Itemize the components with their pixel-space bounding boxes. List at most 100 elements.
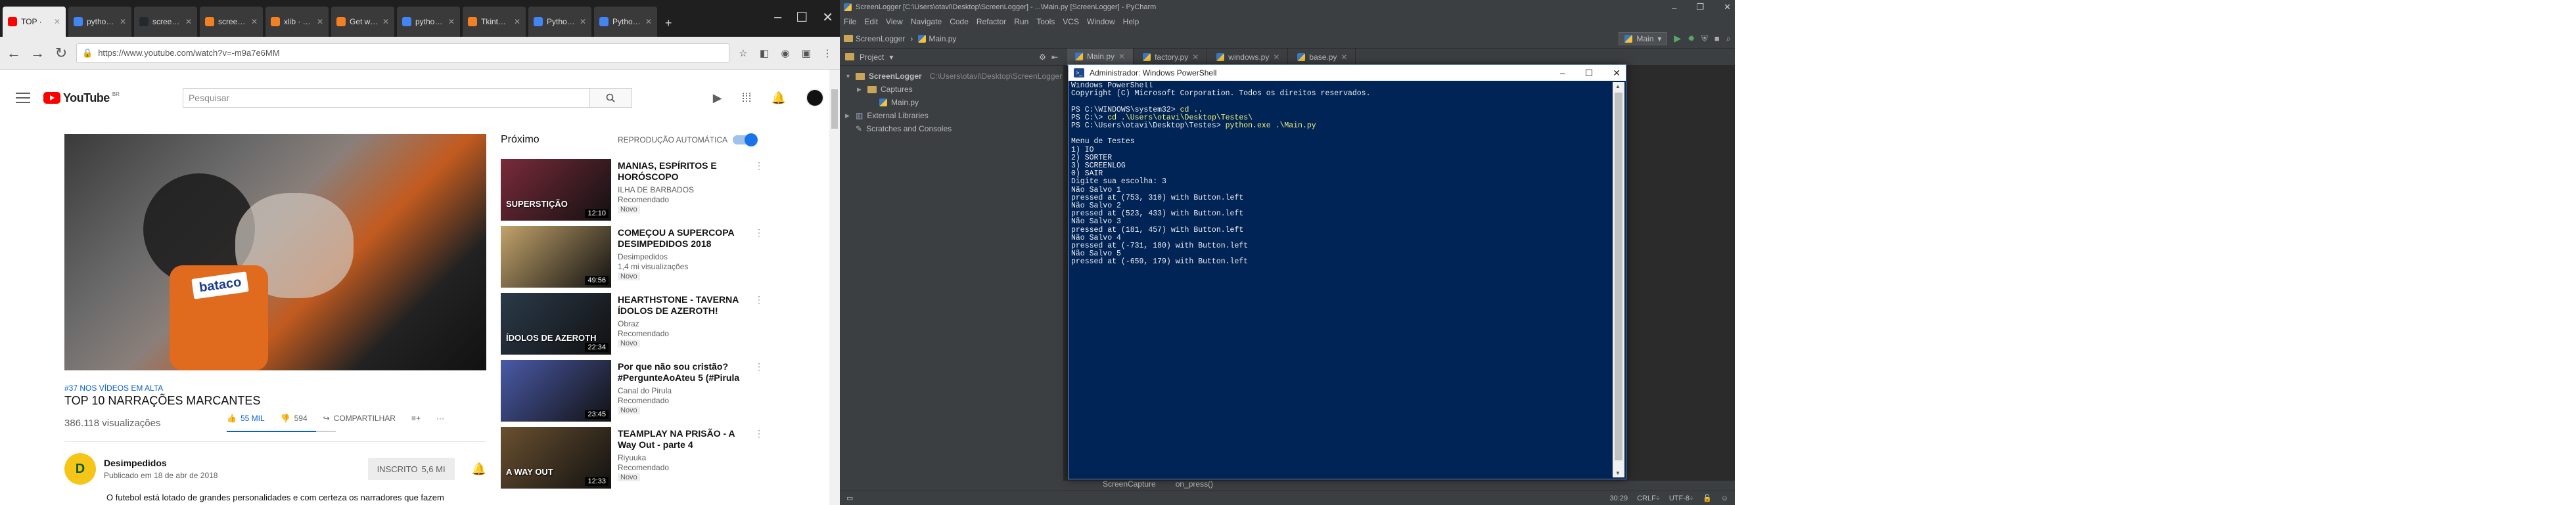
browser-tab[interactable]: Get windo✕ — [331, 7, 394, 37]
run-icon[interactable]: ▶ — [1674, 33, 1681, 44]
tab-close-icon[interactable]: ✕ — [514, 17, 520, 26]
account-avatar[interactable] — [806, 89, 824, 107]
tab-close-icon[interactable]: ✕ — [645, 17, 652, 26]
project-settings-icon[interactable]: ⚙ — [1039, 53, 1046, 62]
stop-icon[interactable]: ■ — [1714, 33, 1720, 43]
close-icon[interactable]: ✕ — [1724, 2, 1731, 12]
up-next-item[interactable]: ÍDOLOS DE AZEROTH 22:34 HEARTHSTONE - TAVE… — [501, 293, 764, 356]
more-options-icon[interactable]: ⋮ — [754, 293, 764, 305]
channel-avatar[interactable]: D — [64, 453, 96, 485]
extension-icon[interactable]: ◧ — [757, 46, 771, 60]
add-to-playlist-button[interactable]: ≡+ — [411, 414, 421, 423]
up-next-item[interactable]: SUPERSTIÇÃO 12:10 MANIAS, ESPÍRITOS E HORÓ… — [501, 159, 764, 222]
menu-item-refactor[interactable]: Refactor — [977, 17, 1006, 26]
tree-node[interactable]: ▶ Captures — [840, 83, 1063, 96]
channel-bell-icon[interactable]: 🔔 — [472, 462, 486, 476]
hamburger-menu-icon[interactable] — [16, 93, 30, 103]
maximize-icon[interactable]: ☐ — [1585, 68, 1594, 79]
maximize-icon[interactable]: ☐ — [796, 9, 808, 26]
video-thumbnail[interactable]: SUPERSTIÇÃO 12:10 — [501, 159, 611, 221]
minimize-icon[interactable]: – — [1672, 3, 1676, 12]
extension-icon[interactable]: ◉ — [778, 46, 793, 60]
hide-panel-icon[interactable]: ⇤ — [1051, 53, 1058, 62]
console-output[interactable]: Windows PowerShell Copyright (C) Microsof… — [1071, 82, 1611, 476]
share-button[interactable]: ↪ COMPARTILHAR — [323, 414, 396, 423]
tab-close-icon[interactable]: ✕ — [1273, 53, 1279, 62]
menu-item-help[interactable]: Help — [1123, 17, 1139, 26]
tab-close-icon[interactable]: ✕ — [317, 17, 323, 26]
menu-item-view[interactable]: View — [886, 17, 903, 26]
search-button[interactable] — [589, 88, 632, 108]
tab-close-icon[interactable]: ✕ — [1341, 53, 1347, 62]
search-everywhere-icon[interactable]: ⌕ — [1726, 33, 1731, 44]
youtube-logo[interactable]: YouTube BR — [43, 91, 120, 105]
browser-tab[interactable]: python scre ✕ — [68, 7, 131, 37]
more-options-icon[interactable]: ⋮ — [754, 226, 764, 238]
expand-arrow-icon[interactable]: ▶ — [857, 86, 863, 93]
tool-windows-icon[interactable]: ▭ — [846, 494, 853, 502]
debug-icon[interactable]: ✹ — [1688, 33, 1695, 44]
coverage-icon[interactable]: ⛨ — [1701, 33, 1708, 44]
bookmark-star-icon[interactable]: ☆ — [736, 46, 750, 60]
scroll-up-icon[interactable]: ▲ — [1615, 83, 1621, 89]
up-next-title[interactable]: MANIAS, ESPÍRITOS E HORÓSCOPO — [618, 160, 748, 183]
line-separator[interactable]: CRLF÷ — [1637, 494, 1660, 502]
tree-node[interactable]: Main.py — [840, 96, 1063, 109]
subscribe-button[interactable]: INSCRITO 5,6 MI — [367, 458, 455, 480]
url-field[interactable]: 🔒 https://www.youtube.com/watch?v=-m9a7e… — [76, 43, 729, 63]
channel-name[interactable]: Desimpedidos — [104, 458, 218, 468]
lock-icon[interactable]: 🔓 — [1703, 494, 1712, 502]
video-thumbnail[interactable]: 23:45 — [501, 360, 611, 422]
extension-icon[interactable]: ▣ — [799, 46, 814, 60]
console-scrollbar[interactable]: ▲ ▼ — [1613, 82, 1624, 477]
breadcrumb-project[interactable]: ScreenLogger — [844, 34, 905, 43]
like-button[interactable]: 👍 55 MIL — [227, 414, 265, 423]
close-icon[interactable]: ✕ — [822, 9, 833, 26]
close-icon[interactable]: ✕ — [1613, 68, 1621, 79]
up-next-title[interactable]: COMEÇOU A SUPERCOPA DESIMPEDIDOS 2018 — [618, 227, 748, 250]
video-thumbnail[interactable]: ÍDOLOS DE AZEROTH 22:34 — [501, 293, 611, 355]
tab-close-icon[interactable]: ✕ — [185, 17, 192, 26]
tree-node[interactable]: ✎ Scratches and Consoles — [840, 122, 1063, 135]
scroll-thumb[interactable] — [1615, 93, 1622, 460]
run-configuration-select[interactable]: Main ▾ — [1619, 32, 1668, 45]
menu-item-edit[interactable]: Edit — [864, 17, 878, 26]
chevron-down-icon[interactable]: ▾ — [889, 53, 893, 62]
menu-item-file[interactable]: File — [844, 17, 856, 26]
back-icon[interactable]: ← — [5, 45, 22, 62]
video-thumbnail[interactable]: A WAY OUT 12:33 — [501, 427, 611, 489]
tab-close-icon[interactable]: ✕ — [382, 17, 389, 26]
tab-close-icon[interactable]: ✕ — [120, 17, 126, 26]
dislike-button[interactable]: 👎 594 — [281, 414, 308, 423]
new-tab-icon[interactable]: + — [660, 16, 678, 37]
cursor-position[interactable]: 30:29 — [1610, 494, 1628, 502]
browser-tab[interactable]: TOP · ✕ — [3, 7, 66, 37]
video-thumbnail[interactable]: 49:56 — [501, 226, 611, 288]
editor-tab[interactable]: base.py ✕ — [1289, 48, 1356, 66]
menu-item-navigate[interactable]: Navigate — [911, 17, 942, 26]
editor-tab[interactable]: factory.py ✕ — [1135, 48, 1208, 66]
browser-tab[interactable]: python · G ✕ — [397, 7, 460, 37]
tab-close-icon[interactable]: ✕ — [1118, 52, 1125, 61]
breadcrumb-method[interactable]: on_press() — [1176, 479, 1213, 489]
breadcrumb-file[interactable]: Main.py — [918, 34, 956, 43]
notifications-bell-icon[interactable]: 🔔 — [771, 91, 786, 105]
expand-arrow-icon[interactable]: ▼ — [845, 73, 852, 79]
menu-item-run[interactable]: Run — [1014, 17, 1028, 26]
up-next-item[interactable]: A WAY OUT 12:33 TEAMPLAY NA PRISÃO - A Way… — [501, 427, 764, 490]
browser-tab[interactable]: screen · H ✕ — [200, 7, 263, 37]
forward-icon[interactable]: → — [29, 45, 46, 62]
tab-close-icon[interactable]: ✕ — [54, 17, 60, 26]
more-options-icon[interactable]: ⋮ — [754, 360, 764, 372]
trending-tag[interactable]: #37 NOS VÍDEOS EM ALTA — [64, 384, 163, 393]
browser-tab[interactable]: Tkinter: hid ✕ — [463, 7, 526, 37]
tab-close-icon[interactable]: ✕ — [580, 17, 586, 26]
up-next-title[interactable]: Por que não sou cristão? #PergunteAoAteu… — [618, 361, 748, 384]
more-options-icon[interactable]: ⋮ — [754, 427, 764, 439]
browser-tab[interactable]: Python · D ✕ — [528, 7, 591, 37]
search-input[interactable]: Pesquisar — [182, 88, 590, 108]
tab-close-icon[interactable]: ✕ — [1192, 53, 1199, 62]
up-next-title[interactable]: HEARTHSTONE - TAVERNA ÍDOLOS DE AZEROTH! — [618, 294, 748, 317]
inspector-icon[interactable]: ☺ — [1721, 494, 1728, 502]
autoplay-toggle[interactable] — [733, 133, 758, 146]
